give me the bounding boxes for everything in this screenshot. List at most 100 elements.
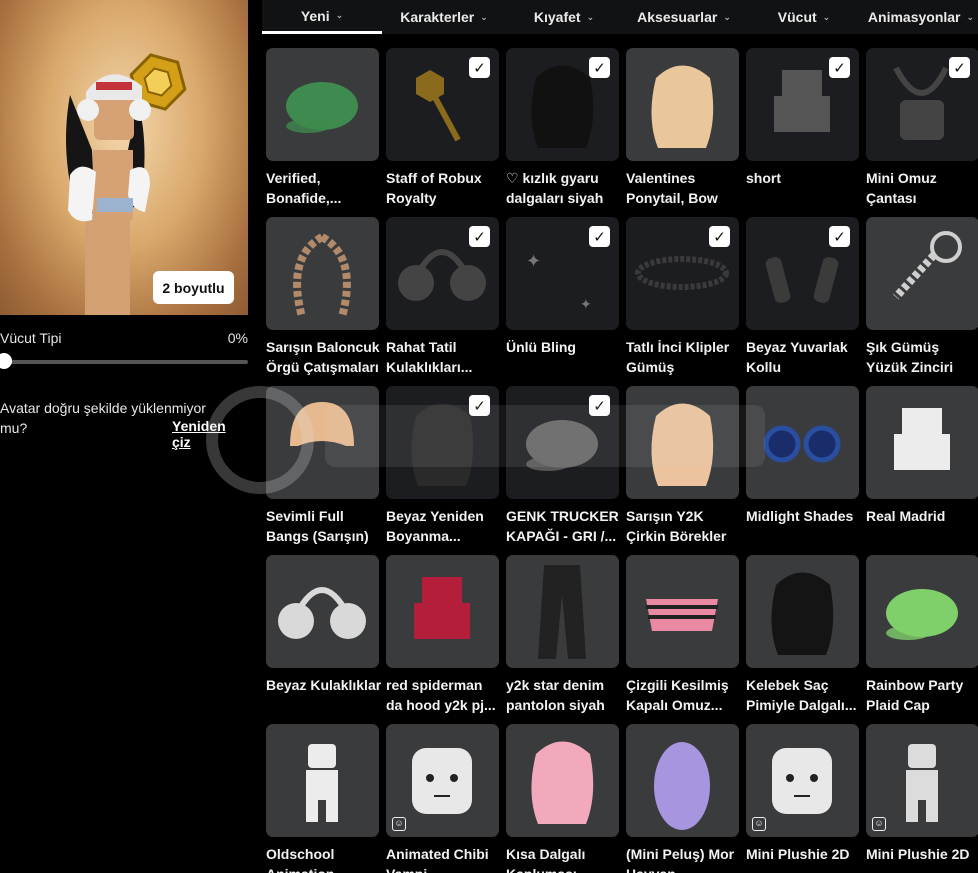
item-thumbnail[interactable]: [386, 555, 499, 668]
item-name: Sarışın Baloncuk Örgü Çatışmaları: [266, 339, 380, 375]
blonde-ponytail-icon: [651, 65, 714, 148]
tab-aksesuarlar[interactable]: Aksesuarlar ⌄: [624, 0, 744, 34]
item-thumbnail[interactable]: ✓: [746, 48, 859, 161]
item-thumbnail[interactable]: [626, 555, 739, 668]
left-panel: 2 boyutlu Vücut Tipi 0% Avatar doğru şek…: [0, 0, 248, 873]
catalog-item[interactable]: ✓ Beyaz Yeniden Boyanma...: [382, 372, 502, 544]
catalog-item[interactable]: Valentines Ponytail, Bow &...: [622, 34, 742, 206]
catalog-item[interactable]: Sevimli Full Bangs (Sarışın): [262, 372, 382, 544]
tab-kiyafet[interactable]: Kıyafet ⌄: [504, 0, 624, 34]
item-name: (Mini Peluş) Mor Hayvan: [626, 846, 735, 873]
item-thumbnail[interactable]: ☺: [386, 724, 499, 837]
catalog-item[interactable]: Şık Gümüş Yüzük Zinciri (3.0): [862, 203, 978, 375]
catalog-item[interactable]: ☺ Mini Plushie 2D: [742, 710, 862, 873]
item-thumbnail[interactable]: [266, 217, 379, 330]
catalog-item[interactable]: ✓ ♡ kızlık gyaru dalgaları siyah: [502, 34, 622, 206]
item-thumbnail[interactable]: [266, 386, 379, 499]
checkmark-icon[interactable]: ✓: [469, 395, 490, 416]
item-thumbnail[interactable]: [626, 48, 739, 161]
item-name: Şık Gümüş Yüzük Zinciri (3.0): [866, 339, 954, 375]
item-thumbnail[interactable]: [266, 555, 379, 668]
checkmark-icon[interactable]: ✓: [589, 57, 610, 78]
catalog-item[interactable]: ✓ Rahat Tatil Kulaklıkları...: [382, 203, 502, 375]
item-name: red spiderman da hood y2k pj...: [386, 677, 496, 713]
item-name: y2k star denim pantolon siyah: [506, 677, 605, 713]
redraw-link[interactable]: Yeniden çiz: [172, 418, 248, 450]
catalog-item[interactable]: ✓ Beyaz Yuvarlak Kollu: [742, 203, 862, 375]
item-name: Midlight Shades: [746, 508, 854, 524]
catalog-item[interactable]: Real Madrid: [862, 372, 978, 542]
item-thumbnail[interactable]: ✓: [506, 48, 619, 161]
catalog-item[interactable]: Çizgili Kesilmiş Kapalı Omuz...: [622, 541, 742, 713]
item-thumbnail[interactable]: [866, 217, 978, 330]
catalog-item[interactable]: Sarışın Y2K Çirkin Börekler: [622, 372, 742, 544]
item-thumbnail[interactable]: ✓: [866, 48, 978, 161]
catalog-item[interactable]: y2k star denim pantolon siyah: [502, 541, 622, 713]
item-thumbnail[interactable]: ✓: [746, 217, 859, 330]
catalog-item[interactable]: ✓ short: [742, 34, 862, 204]
catalog-item[interactable]: Rainbow Party Plaid Cap: [862, 541, 978, 713]
item-thumbnail[interactable]: ✓: [386, 48, 499, 161]
checkmark-icon[interactable]: ✓: [469, 226, 490, 247]
catalog-item[interactable]: Verified, Bonafide,...: [262, 34, 382, 206]
catalog-item[interactable]: Kelebek Saç Pimiyle Dalgalı...: [742, 541, 862, 713]
item-name: short: [746, 170, 781, 186]
item-thumbnail[interactable]: [626, 724, 739, 837]
item-thumbnail[interactable]: ✓: [386, 217, 499, 330]
item-thumbnail[interactable]: ✓: [626, 217, 739, 330]
item-thumbnail[interactable]: [266, 724, 379, 837]
tab-karakterler[interactable]: Karakterler ⌄: [384, 0, 504, 34]
item-name: Kısa Dalgalı Kapluması: [506, 846, 586, 873]
catalog-item[interactable]: (Mini Peluş) Mor Hayvan: [622, 710, 742, 873]
chevron-down-icon: ⌄: [966, 11, 975, 22]
tab-animasyonlar[interactable]: Animasyonlar ⌄: [864, 0, 978, 34]
body-type-slider-thumb[interactable]: [0, 353, 12, 369]
item-name: Sevimli Full Bangs (Sarışın): [266, 508, 369, 544]
catalog-item[interactable]: ✓ GENK TRUCKER KAPAĞI - GRI /...: [502, 372, 622, 544]
checkmark-icon[interactable]: ✓: [709, 226, 730, 247]
item-thumbnail[interactable]: ✓: [386, 386, 499, 499]
item-thumbnail[interactable]: ☺: [746, 724, 859, 837]
catalog-item[interactable]: ☺ Mini Plushie 2D: [862, 710, 978, 873]
catalog-item[interactable]: Beyaz Kulaklıklar: [262, 541, 382, 711]
catalog-item[interactable]: Midlight Shades: [742, 372, 862, 542]
item-name: GENK TRUCKER KAPAĞI - GRI /...: [506, 508, 619, 544]
checkmark-icon[interactable]: ✓: [589, 226, 610, 247]
catalog-item[interactable]: ✓ Mini Omuz Çantası: [862, 34, 978, 206]
white-outfit-icon: [894, 408, 950, 470]
catalog-item[interactable]: ✓ Tatlı İnci Klipler Gümüş: [622, 203, 742, 375]
body-type-slider[interactable]: [4, 360, 248, 364]
catalog-item[interactable]: ✦ ✦ ✓ Ünlü Bling: [502, 203, 622, 373]
catalog-item[interactable]: red spiderman da hood y2k pj...: [382, 541, 502, 713]
item-name: Beyaz Yeniden Boyanma...: [386, 508, 484, 544]
item-thumbnail[interactable]: ✓: [506, 386, 619, 499]
item-thumbnail[interactable]: [866, 555, 978, 668]
item-thumbnail[interactable]: [626, 386, 739, 499]
item-name: Rainbow Party Plaid Cap: [866, 677, 964, 713]
item-thumbnail[interactable]: [746, 555, 859, 668]
tab-vucut[interactable]: Vücut ⌄: [744, 0, 864, 34]
catalog-item[interactable]: Oldschool Animation: [262, 710, 382, 873]
catalog-item[interactable]: ✓ Staff of Robux Royalty: [382, 34, 502, 206]
item-thumbnail[interactable]: [506, 724, 619, 837]
item-thumbnail[interactable]: [506, 555, 619, 668]
item-thumbnail[interactable]: [266, 48, 379, 161]
item-thumbnail[interactable]: [866, 386, 978, 499]
2d-toggle-button[interactable]: 2 boyutlu: [153, 271, 234, 304]
avatar-figure-icon: [66, 53, 187, 315]
catalog-item[interactable]: Sarışın Baloncuk Örgü Çatışmaları: [262, 203, 382, 375]
item-name: Valentines Ponytail, Bow &...: [626, 170, 718, 206]
checkmark-icon[interactable]: ✓: [829, 57, 850, 78]
catalog-item[interactable]: ☺ Animated Chibi Vampi...: [382, 710, 502, 873]
item-thumbnail[interactable]: [746, 386, 859, 499]
catalog-item[interactable]: Kısa Dalgalı Kapluması: [502, 710, 622, 873]
checkmark-icon[interactable]: ✓: [829, 226, 850, 247]
avatar-preview[interactable]: 2 boyutlu: [0, 0, 248, 315]
checkmark-icon[interactable]: ✓: [949, 57, 970, 78]
checkmark-icon[interactable]: ✓: [469, 57, 490, 78]
checkmark-icon[interactable]: ✓: [589, 395, 610, 416]
item-thumbnail[interactable]: ☺: [866, 724, 978, 837]
tab-yeni[interactable]: Yeni ⌄: [262, 0, 382, 34]
item-thumbnail[interactable]: ✦ ✦ ✓: [506, 217, 619, 330]
body-type-value: 0%: [227, 330, 248, 346]
